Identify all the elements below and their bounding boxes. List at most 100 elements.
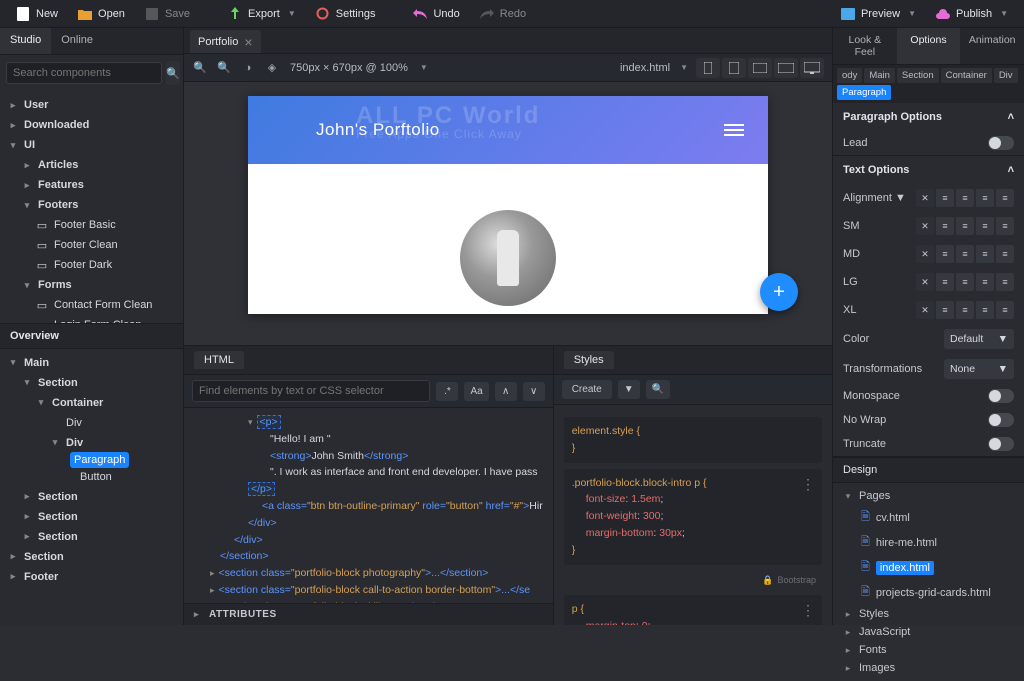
search-button[interactable]: 🔍 [166,61,180,85]
lead-toggle[interactable] [988,136,1014,150]
align-center[interactable]: ≡ [956,189,974,207]
d-styles[interactable]: ▸Styles [833,605,1024,623]
tree-downloaded[interactable]: ▸Downloaded [0,115,183,135]
search-styles-btn[interactable]: 🔍 [646,380,670,399]
ov-container[interactable]: ▾Container [0,393,183,413]
new-button[interactable]: New [8,3,66,25]
avatar-image[interactable] [460,210,556,306]
ov-div[interactable]: Div [0,413,183,433]
transform-select[interactable]: None▼ [944,359,1014,379]
create-style-btn[interactable]: Create [562,380,612,399]
close-tab-icon[interactable]: × [244,34,252,50]
canvas-page[interactable]: ALL PC World Free Apps One Click Away Jo… [248,96,768,314]
dots-menu[interactable]: ⋮ [801,473,816,495]
html-tab[interactable]: HTML [194,351,244,369]
styles-tab[interactable]: Styles [564,351,614,369]
add-fab-button[interactable]: + [760,273,798,311]
design-tab[interactable]: Design [833,457,1024,483]
file-tab-portfolio[interactable]: Portfolio × [190,30,261,53]
text-options-head[interactable]: Text Options˄ [833,156,1024,184]
tree-ui[interactable]: ▾UI [0,135,183,155]
styles-body[interactable]: element.style { } ⋮ .portfolio-block.blo… [554,405,832,625]
d-fonts[interactable]: ▸Fonts [833,641,1024,659]
html-find-input[interactable] [192,380,430,402]
tree-user[interactable]: ▸User [0,95,183,115]
color-select[interactable]: Default▼ [944,329,1014,349]
hero-title[interactable]: John's Porftolio [272,120,440,140]
preview-button[interactable]: Preview ▼ [833,3,924,25]
tree-footer-clean[interactable]: ▭Footer Clean [0,235,183,255]
paragraph-options-head[interactable]: Paragraph Options˄ [833,103,1024,131]
tab-online[interactable]: Online [51,28,103,54]
layers-icon[interactable]: ◈ [264,60,280,76]
prev-btn[interactable]: ∧ [495,382,517,401]
ov-main[interactable]: ▾Main [0,353,183,373]
tree-footers[interactable]: ▾Footers [0,195,183,215]
zoom-out-icon[interactable]: 🔍 [216,60,232,76]
hero-section[interactable]: ALL PC World Free Apps One Click Away Jo… [248,96,768,164]
export-button[interactable]: Export ▼ [220,3,304,25]
tree-articles[interactable]: ▸Articles [0,155,183,175]
tree-login-clean[interactable]: ▭Login Form Clean [0,315,183,323]
attributes-header[interactable]: ▸ATTRIBUTES [184,603,553,625]
open-button[interactable]: Open [70,3,133,25]
regex-btn[interactable]: .* [436,382,458,401]
d-cv[interactable]: 🗎cv.html [833,505,1024,530]
tab-look-feel[interactable]: Look & Feel [833,28,897,64]
bc-section[interactable]: Section [897,68,939,83]
align-justify[interactable]: ≡ [996,189,1014,207]
tree-contact-clean[interactable]: ▭Contact Form Clean [0,295,183,315]
d-hire[interactable]: 🗎hire-me.html [833,530,1024,555]
undo-button[interactable]: Undo [405,3,467,25]
ov-section3[interactable]: ▸Section [0,507,183,527]
style-rule-block-intro[interactable]: ⋮ .portfolio-block.block-intro p { font-… [564,469,822,565]
align-left[interactable]: ≡ [936,189,954,207]
d-pages[interactable]: ▾Pages [833,487,1024,505]
device-desktop[interactable] [800,58,824,78]
caret-down-icon[interactable]: ▼ [680,63,688,72]
nowrap-toggle[interactable] [988,413,1014,427]
create-dropdown[interactable]: ▼ [618,380,640,399]
ov-footer[interactable]: ▸Footer [0,567,183,587]
ov-div2[interactable]: ▾Div [0,433,183,453]
ov-section5[interactable]: ▸Section [0,547,183,567]
redo-button[interactable]: Redo [472,3,534,25]
html-code-body[interactable]: ▾<p> "Hello! I am " <strong>John Smith</… [184,408,553,603]
ov-paragraph-selected[interactable]: Paragraph [70,452,129,468]
tree-forms[interactable]: ▾Forms [0,275,183,295]
device-tablet-l[interactable] [748,58,772,78]
caret-down-icon[interactable]: ▼ [420,63,428,72]
eye-icon[interactable]: ◑ [240,60,256,76]
d-images[interactable]: ▸Images [833,659,1024,677]
case-btn[interactable]: Aa [464,382,488,401]
tab-options[interactable]: Options [897,28,961,64]
canvas-file[interactable]: index.html [620,62,670,74]
device-tablet-p[interactable] [722,58,746,78]
tab-studio[interactable]: Studio [0,28,51,54]
bc-body[interactable]: ody [837,68,862,83]
style-rule-element[interactable]: element.style { } [564,417,822,463]
truncate-toggle[interactable] [988,437,1014,451]
burger-icon[interactable] [724,124,744,136]
search-components-input[interactable] [6,62,162,84]
zoom-in-icon[interactable]: 🔍 [192,60,208,76]
ov-section4[interactable]: ▸Section [0,527,183,547]
tree-footer-basic[interactable]: ▭Footer Basic [0,215,183,235]
align-x[interactable]: ✕ [916,189,934,207]
bc-div[interactable]: Div [994,68,1018,83]
bc-paragraph[interactable]: Paragraph [837,85,891,100]
settings-button[interactable]: Settings [308,3,384,25]
publish-button[interactable]: Publish ▼ [928,3,1016,25]
tab-animation[interactable]: Animation [960,28,1024,64]
dots-menu[interactable]: ⋮ [801,599,816,621]
bc-main[interactable]: Main [864,68,895,83]
align-right[interactable]: ≡ [976,189,994,207]
ov-section2[interactable]: ▸Section [0,487,183,507]
style-rule-p[interactable]: ⋮ p { margin-top: 0; margin-bottom: 1rem… [564,595,822,625]
canvas-area[interactable]: ALL PC World Free Apps One Click Away Jo… [184,82,832,345]
ov-button[interactable]: Button [0,467,183,487]
bc-container[interactable]: Container [941,68,992,83]
tree-footer-dark[interactable]: ▭Footer Dark [0,255,183,275]
d-projects[interactable]: 🗎projects-grid-cards.html [833,580,1024,605]
device-laptop[interactable] [774,58,798,78]
